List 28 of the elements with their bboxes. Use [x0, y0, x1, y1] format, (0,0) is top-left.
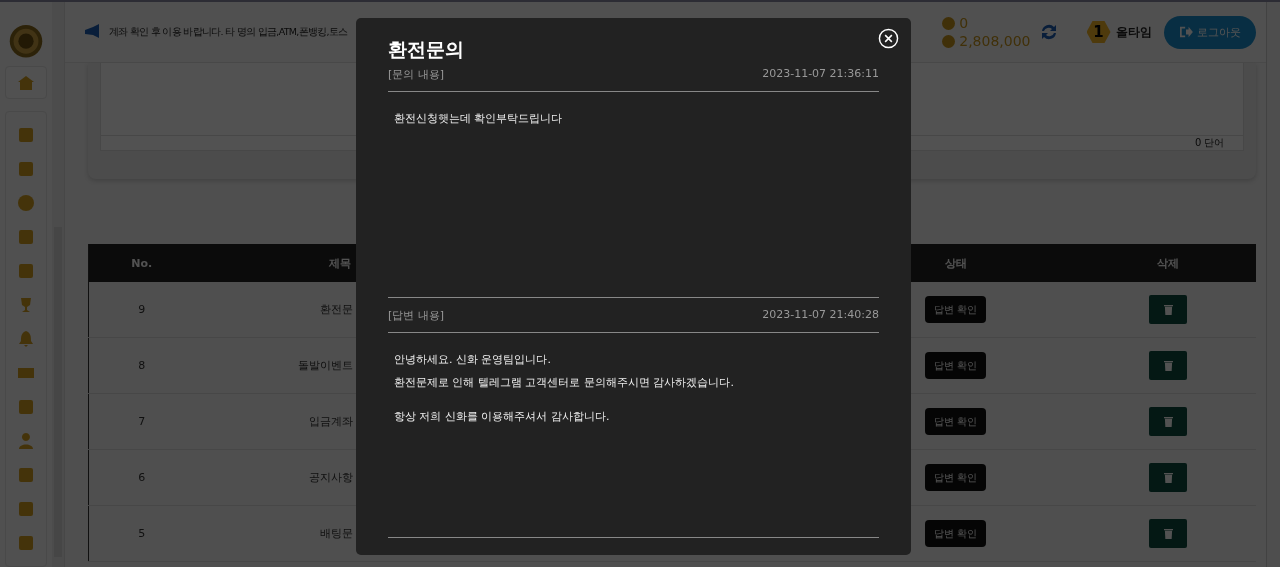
column-header: 상태 [944, 256, 967, 270]
row-number: 7 [138, 415, 146, 428]
modal-title: 환전문의 [388, 37, 465, 62]
row-title: 돌발이벤트 [297, 359, 353, 372]
row-number: 9 [138, 303, 146, 316]
section-label: [답변 내용] [388, 308, 445, 323]
column-header: 제목 [328, 256, 351, 270]
row-number: 5 [138, 527, 146, 540]
row-title: 공지사항 [308, 471, 353, 484]
answer-text: 안녕하세요. 신화 운영팀입니다. [394, 353, 552, 367]
answer-text: 환전문제로 인해 텔레그램 고객센터로 문의해주시면 감사하겠습니다. [394, 376, 735, 390]
column-header: No. [131, 256, 153, 270]
row-title: 입금계좌 [308, 415, 353, 428]
word-count: 0 단어 [1194, 137, 1225, 148]
point-amount: 0 [959, 15, 969, 31]
section-label: [문의 내용] [388, 67, 445, 82]
question-text: 환전신청햇는데 확인부탁드립니다 [394, 112, 564, 126]
level-name: 올타임 [1115, 23, 1152, 41]
answer-text: 항상 저희 신화를 이용해주셔서 감사합니다. [394, 410, 611, 424]
level-badge: 1 [1086, 21, 1111, 43]
row-title: 환전문 [319, 303, 353, 316]
timestamp: 2023-11-07 21:40:28 [762, 308, 879, 323]
timestamp: 2023-11-07 21:36:11 [762, 67, 879, 82]
row-number: 6 [138, 471, 146, 484]
column-header: 삭제 [1157, 256, 1179, 270]
balance-amount: 2,808,000 [959, 33, 1031, 49]
row-title: 배팅문 [319, 527, 353, 540]
row-number: 8 [138, 359, 146, 372]
